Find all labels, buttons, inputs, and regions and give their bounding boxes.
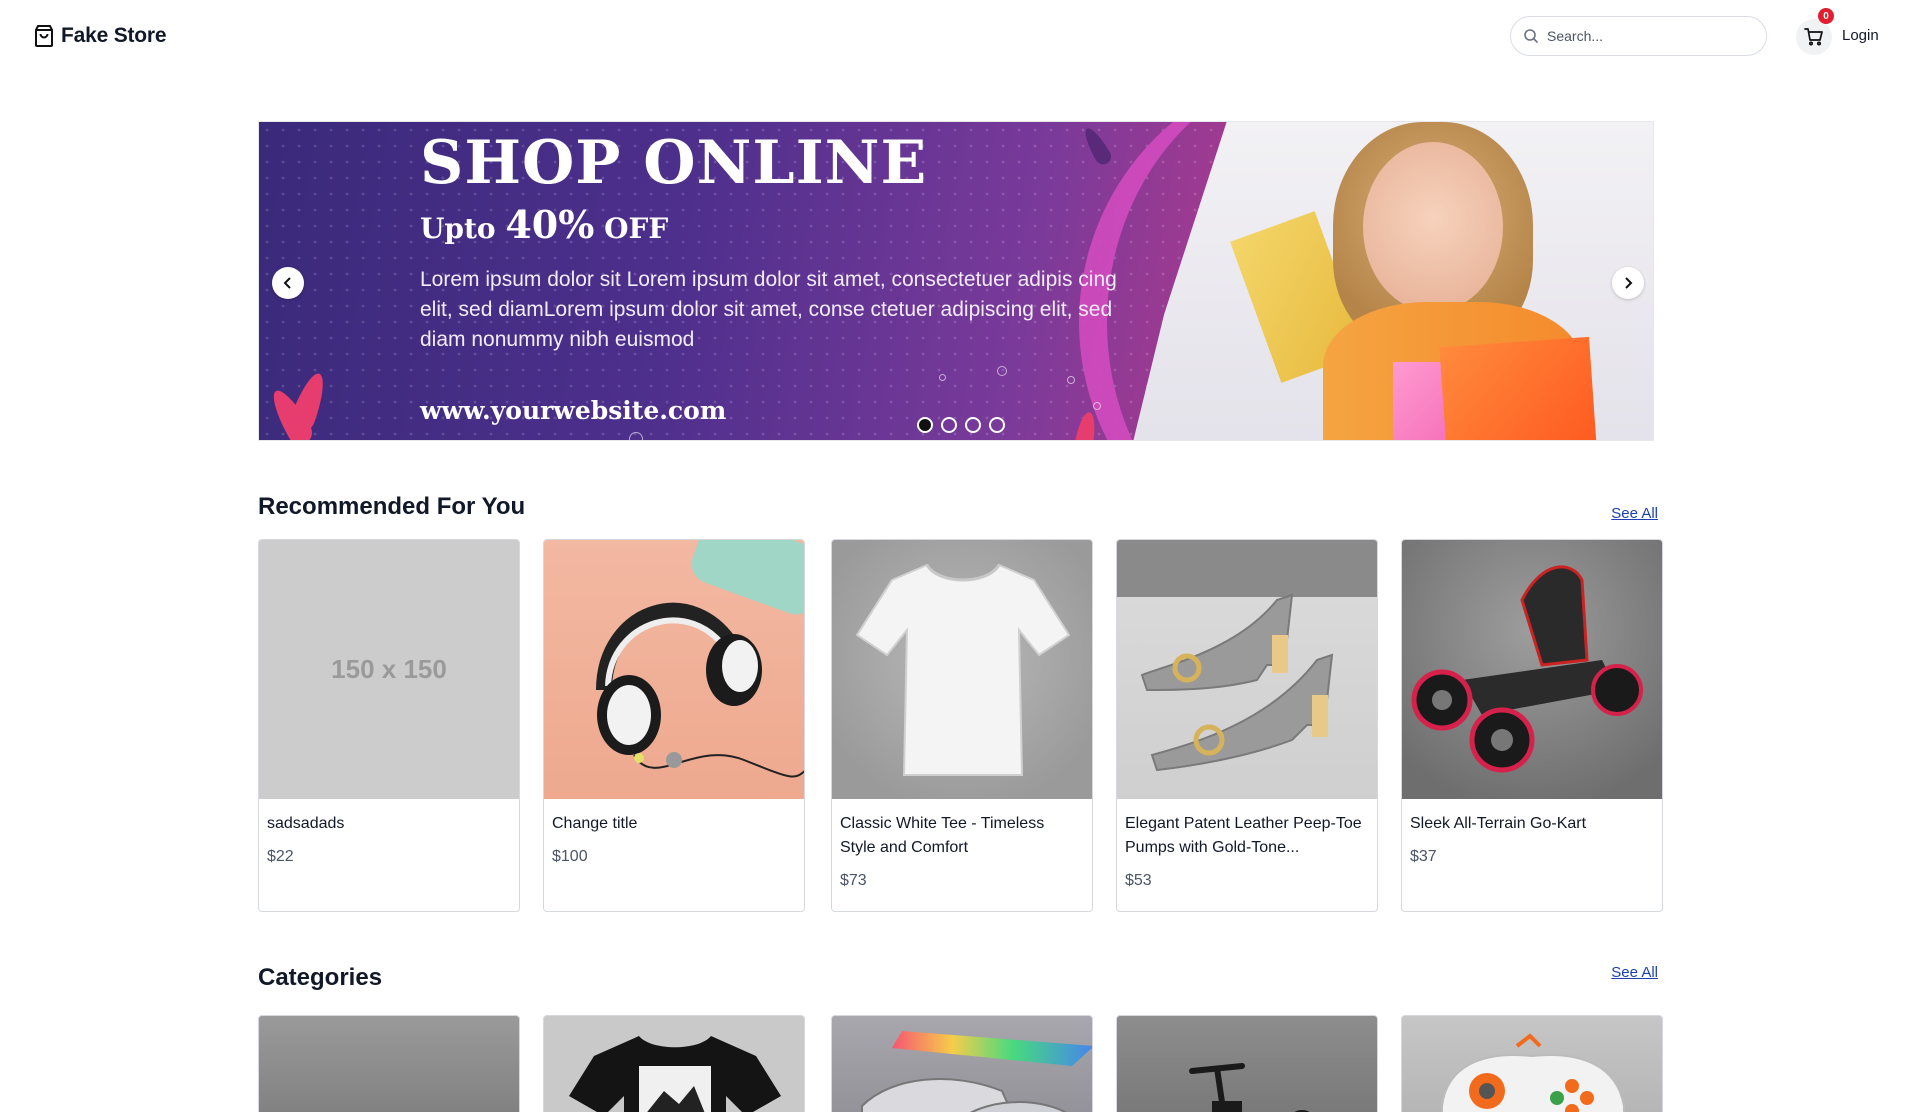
product-name: Sleek All-Terrain Go-Kart [1410,815,1587,832]
black-tshirt-illustration [569,1036,781,1112]
banner-url: www.yourwebsite.com [420,396,727,425]
scooter-illustration [1189,1063,1310,1112]
banner-subtitle: Upto 40% OFF [420,202,668,247]
product-price: $100 [552,848,588,865]
ring-decoration [939,374,946,381]
product-name: Elegant Patent Leather Peep-Toe Pumps wi… [1125,815,1362,856]
product-image-pumps [1117,540,1377,799]
banner-title: SHOP ONLINE [420,128,928,198]
chevron-right-icon [1625,277,1633,289]
search-box[interactable] [1510,16,1767,56]
categories-heading: Categories [258,964,383,991]
carousel-dot[interactable] [989,417,1005,433]
carousel-prev-button[interactable] [272,267,304,299]
login-link[interactable]: Login [1842,27,1879,44]
categories-see-all-link[interactable]: See All [1611,964,1658,981]
search-input[interactable] [1547,28,1747,44]
carousel-next-button[interactable] [1612,267,1644,299]
product-card[interactable]: Change title $100 [543,539,805,912]
ring-decoration [1093,402,1101,410]
ring-decoration [997,366,1007,376]
product-price: $22 [267,848,294,865]
sneakers-illustration [861,1031,1092,1112]
ring-decoration [629,432,643,440]
product-image-placeholder: 150 x 150 [259,540,519,799]
product-image-headphones [544,540,804,799]
product-name: sadsadads [267,815,345,832]
category-card[interactable] [1116,1015,1378,1112]
subtitle-prefix: Upto [420,212,506,245]
product-image-tshirt [832,540,1092,799]
category-card[interactable] [831,1015,1093,1112]
product-name: Change title [552,815,638,832]
go-kart-illustration [1411,565,1643,773]
placeholder-label: 150 x 150 [331,654,447,684]
pumps-illustration [1140,593,1334,772]
product-card[interactable]: Sleek All-Terrain Go-Kart $37 [1401,539,1663,912]
product-price: $53 [1125,872,1152,889]
banner-body-text: Lorem ipsum dolor sit Lorem ipsum dolor … [420,268,1117,351]
brand-logo[interactable]: Fake Store [33,24,167,48]
product-price: $73 [840,872,867,889]
carousel-dot[interactable] [941,417,957,433]
shopping-bag-icon [33,24,55,48]
product-name: Classic White Tee - Timeless Style and C… [840,815,1045,856]
site-header: Fake Store 0 Login [0,0,1905,72]
cart-button[interactable] [1796,19,1832,55]
brand-name: Fake Store [61,24,167,47]
product-card[interactable]: Classic White Tee - Timeless Style and C… [831,539,1093,912]
product-card[interactable]: 150 x 150 sadsadads $22 [258,539,520,912]
cart-icon [1804,28,1824,46]
chevron-left-icon [283,277,291,289]
product-card[interactable]: Elegant Patent Leather Peep-Toe Pumps wi… [1116,539,1378,912]
category-card[interactable] [1401,1015,1663,1112]
subtitle-discount: 40% [505,202,595,247]
category-card[interactable] [543,1015,805,1112]
recommended-heading: Recommended For You [258,493,526,520]
product-image-go-kart [1402,540,1662,799]
carousel-indicators [917,417,1005,433]
carousel-dot[interactable] [965,417,981,433]
headphones-illustration [596,540,804,778]
subtitle-suffix: OFF [594,212,669,245]
category-card[interactable] [258,1015,520,1112]
carousel-dot[interactable] [917,417,933,433]
model-face [1363,142,1503,312]
tshirt-illustration [855,563,1071,776]
game-controller-illustration [1441,1033,1625,1112]
ring-decoration [1067,376,1075,384]
hero-carousel: SHOP ONLINE Upto 40% OFF Lorem ipsum dol… [258,121,1654,441]
recommended-see-all-link[interactable]: See All [1611,505,1658,522]
product-price: $37 [1410,848,1437,865]
cart-count-badge: 0 [1818,8,1834,24]
shopping-bag-orange [1439,336,1597,440]
search-icon [1523,28,1539,44]
